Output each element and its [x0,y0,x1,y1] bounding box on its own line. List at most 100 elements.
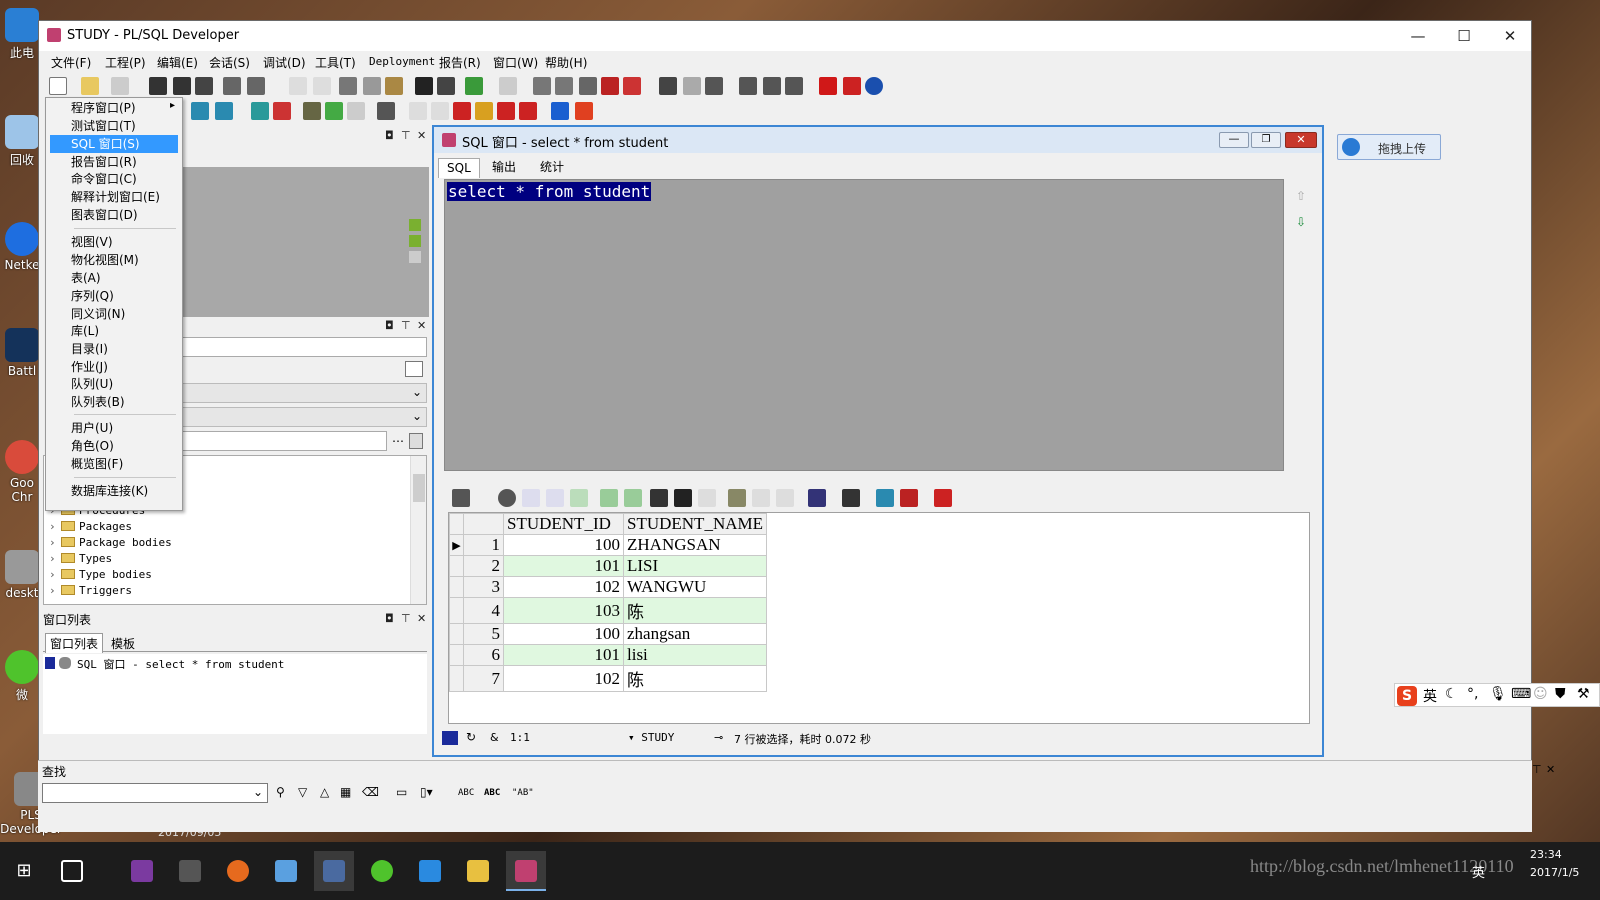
menu-item-role[interactable]: 角色(O) [50,437,178,455]
filter-up-icon[interactable] [776,489,794,507]
pdf-icon[interactable] [623,77,641,95]
refresh-icon[interactable] [650,489,668,507]
export-icon[interactable] [499,77,517,95]
find-pin-icon[interactable]: ⊤ [1532,763,1542,776]
filter-checkbox[interactable] [405,361,423,377]
tab-sql[interactable]: SQL [438,158,480,178]
regex-button[interactable]: "AB" [512,788,534,798]
lock-icon[interactable] [498,489,516,507]
compile-icon[interactable] [303,102,321,120]
tile-icon[interactable] [659,77,677,95]
cut-icon[interactable] [339,77,357,95]
document-icon[interactable] [347,102,365,120]
redo-icon[interactable] [313,77,331,95]
taskbar-onenote[interactable] [122,851,162,891]
wrench-icon[interactable] [377,102,395,120]
menu-reports[interactable]: 报告(R) [439,54,481,71]
save-icon[interactable] [149,77,167,95]
scroll-thumb[interactable] [413,474,425,502]
cell-student-id[interactable]: 103 [503,597,624,624]
menu-item-report-window[interactable]: 报告窗口(R) [50,153,178,171]
start-button[interactable]: ⊞ [4,851,44,891]
menu-debug[interactable]: 调试(D) [263,54,306,71]
paste-icon[interactable] [385,77,403,95]
tab-templates[interactable]: 模板 [107,634,139,653]
cell-student-id[interactable]: 100 [503,534,624,556]
menu-edit[interactable]: 编辑(E) [157,54,198,71]
window-list-entry[interactable]: SQL 窗口 - select * from student [77,656,284,672]
panel-pin-icon[interactable]: ⊤ [401,319,411,332]
highlight-icon[interactable]: ▦ [340,785,351,799]
selection-icon[interactable]: ▭ [396,785,407,799]
export-results-icon[interactable] [808,489,826,507]
save-results-icon[interactable] [842,489,860,507]
replace-icon[interactable] [437,77,455,95]
shirt-icon[interactable]: ⛊ [1555,686,1566,702]
save-as-icon[interactable] [173,77,191,95]
menu-item-user[interactable]: 用户(U) [50,419,178,437]
minimize-button[interactable]: — [1395,21,1441,51]
menu-tools[interactable]: 工具(T) [315,54,356,71]
table-row[interactable]: 7 102 陈 [449,665,767,692]
find-close-icon[interactable]: ✕ [1546,763,1555,776]
menu-item-program-window[interactable]: 程序窗口(P) [50,99,178,117]
menu-item-job[interactable]: 作业(J) [50,358,178,376]
table-icon[interactable] [934,489,952,507]
undo-icon[interactable] [289,77,307,95]
database-export-icon[interactable] [876,489,894,507]
menu-item-sql-window[interactable]: SQL 窗口(S) [50,135,178,153]
upload-button[interactable]: 拖拽上传 [1337,134,1441,160]
search-icon[interactable] [674,489,692,507]
menu-item-queue-table[interactable]: 队列表(B) [50,393,178,411]
taskbar-game[interactable] [314,851,354,891]
expand-arrow-icon[interactable]: › [49,583,61,599]
close-button[interactable]: ✕ [1487,21,1533,51]
taskbar-firefox[interactable] [218,851,258,891]
panel-restore-icon[interactable]: ◘ [385,612,394,625]
moon-icon[interactable]: ☾ [1445,686,1458,702]
split-icon[interactable] [785,77,803,95]
menu-item-table[interactable]: 表(A) [50,269,178,287]
tree-item-package-bodies[interactable]: › Package bodies [49,535,172,551]
pdf-doc-icon[interactable] [843,77,861,95]
menu-project[interactable]: 工程(P) [105,54,146,71]
taskbar-explorer[interactable] [458,851,498,891]
expand-arrow-icon[interactable]: › [49,519,61,535]
clock-date[interactable]: 2017/1/5 [1530,866,1579,879]
clear-icon[interactable] [698,489,716,507]
rollback-icon[interactable] [273,102,291,120]
taskbar-mail[interactable] [266,851,306,891]
cell-student-id[interactable]: 102 [503,665,624,692]
debug-abort-icon[interactable] [519,102,537,120]
find-input[interactable]: ⌄ [42,783,268,803]
binoculars-icon[interactable]: ⚲ [276,785,285,799]
table-row[interactable]: ▶ 1 100 ZHANGSAN [449,534,767,556]
execute-icon[interactable] [191,102,209,120]
menu-item-command-window[interactable]: 命令窗口(C) [50,170,178,188]
table-row[interactable]: 3 102 WANGWU [449,576,767,598]
new-icon[interactable] [49,77,67,95]
table-row[interactable]: 4 103 陈 [449,597,767,624]
indent-icon[interactable] [533,77,551,95]
maximize-button[interactable]: ☐ [1441,21,1487,51]
menu-item-queue[interactable]: 队列(U) [50,375,178,393]
sogou-icon[interactable]: S [1397,686,1417,706]
copy-icon[interactable] [363,77,381,95]
microphone-icon[interactable]: 🎙 [1489,686,1507,702]
sql-editor[interactable]: select * from student [444,179,1284,471]
tab-statistics[interactable]: 统计 [532,158,572,178]
taskbar-plsql[interactable] [506,851,546,891]
table-row[interactable]: 5 100 zhangsan [449,623,767,645]
panel-pin-icon[interactable]: ⊤ [401,129,411,142]
menu-file[interactable]: 文件(F) [51,54,91,71]
table-row[interactable]: 2 101 LISI [449,555,767,577]
cell-student-id[interactable]: 102 [503,576,624,598]
sql-close-button[interactable]: ✕ [1285,132,1317,148]
sql-restore-button[interactable]: ❐ [1251,132,1281,148]
tree-item-types[interactable]: › Types [49,551,112,567]
cell-student-id[interactable]: 101 [503,555,624,577]
scroll-down-icon[interactable]: ⇩ [1296,215,1306,229]
menu-item-database-link[interactable]: 数据库连接(K) [50,482,178,500]
debug-run-icon[interactable] [475,102,493,120]
expand-arrow-icon[interactable]: › [49,551,61,567]
